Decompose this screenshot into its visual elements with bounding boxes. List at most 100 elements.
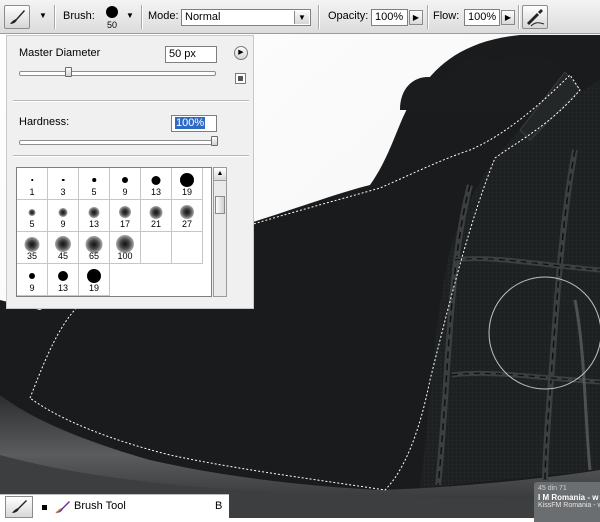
brush-tip-icon xyxy=(149,205,163,219)
preset-grid-scrollbar[interactable]: ▲ xyxy=(213,167,227,297)
brush-preset-size: 5 xyxy=(91,187,97,197)
brush-tip-icon xyxy=(180,205,194,219)
master-diameter-slider-thumb[interactable] xyxy=(64,67,72,77)
brush-tip-icon xyxy=(58,271,68,281)
brush-preset[interactable]: 9 xyxy=(17,264,48,296)
brush-tip-icon xyxy=(28,208,36,216)
brush-tip-icon xyxy=(31,179,33,181)
panel-menu-icon[interactable]: ▶ xyxy=(234,46,248,60)
opacity-label: Opacity: xyxy=(328,10,369,22)
brush-tip-icon xyxy=(106,6,118,18)
brush-preset-size: 5 xyxy=(29,219,35,229)
brush-preset-size: 19 xyxy=(88,283,99,293)
brush-size: 50 xyxy=(106,20,117,30)
brush-preset[interactable]: 13 xyxy=(141,168,172,200)
notification-title: I M Romania - w xyxy=(538,493,599,502)
scrollbar-thumb[interactable] xyxy=(215,196,225,214)
tool-shortcut: B xyxy=(215,500,223,512)
hardness-value: 100% xyxy=(175,117,206,129)
brush-preset[interactable]: 5 xyxy=(17,200,48,232)
brush-tip-icon xyxy=(119,206,131,218)
flow-input[interactable]: 100% xyxy=(464,9,500,26)
brush-label: Brush: xyxy=(63,10,95,22)
brush-picker-chevron-icon[interactable]: ▼ xyxy=(126,11,134,20)
tool-name[interactable]: Brush Tool xyxy=(74,500,126,512)
airbrush-icon[interactable] xyxy=(522,5,548,29)
brush-tip-icon xyxy=(92,178,96,182)
master-diameter-value: 50 px xyxy=(169,48,196,60)
brush-tip-icon xyxy=(85,235,103,253)
master-diameter-input[interactable]: 50 px xyxy=(165,46,217,63)
mode-dropdown-icon[interactable]: ▼ xyxy=(294,11,309,24)
brush-tip-icon xyxy=(88,206,100,218)
brush-tip-icon xyxy=(55,236,71,252)
opacity-value: 100% xyxy=(375,11,404,23)
brush-preset[interactable]: 13 xyxy=(79,200,110,232)
brush-tool-icon xyxy=(54,499,72,518)
brush-preset[interactable]: 21 xyxy=(141,200,172,232)
brush-tip-icon xyxy=(87,269,101,283)
brush-preset-size: 19 xyxy=(181,187,192,197)
hardness-slider-thumb[interactable] xyxy=(211,136,218,146)
hardness-input[interactable]: 100% xyxy=(171,115,217,132)
master-diameter-slider-track[interactable] xyxy=(19,71,216,76)
brush-preset[interactable] xyxy=(172,232,203,264)
brush-preset-size: 1 xyxy=(29,187,35,197)
brush-preset[interactable]: 19 xyxy=(172,168,203,200)
brush-preset[interactable]: 1 xyxy=(17,168,48,200)
brush-tip-icon xyxy=(180,173,194,187)
brush-preset-size: 13 xyxy=(57,283,68,293)
brush-preset[interactable]: 45 xyxy=(48,232,79,264)
hardness-slider-track[interactable] xyxy=(19,140,217,145)
chevron-down-icon[interactable]: ▼ xyxy=(39,11,47,20)
list-bullet-icon xyxy=(42,505,47,510)
brush-tip-icon xyxy=(61,178,65,182)
brush-preset[interactable]: 9 xyxy=(48,200,79,232)
brush-preset-size: 65 xyxy=(88,251,99,261)
brush-preset[interactable]: 65 xyxy=(79,232,110,264)
scroll-up-icon[interactable]: ▲ xyxy=(214,168,226,181)
notification-popup[interactable]: 45 din 71 I M Romania - w KissFM Romania… xyxy=(534,482,600,522)
brush-preset[interactable]: 27 xyxy=(172,200,203,232)
flow-value: 100% xyxy=(468,11,497,23)
current-tool-button[interactable] xyxy=(5,496,33,518)
brush-tip-icon xyxy=(122,177,128,183)
brush-preset[interactable]: 9 xyxy=(110,168,141,200)
brush-tip-icon xyxy=(151,175,161,185)
brush-preset[interactable]: 5 xyxy=(79,168,110,200)
brush-preset-size: 45 xyxy=(57,251,68,261)
brush-preset[interactable]: 13 xyxy=(48,264,79,296)
brush-preset-grid: 1 3 5 9 13 19 5 9 13 17 21 27 35 45 65 100 9 13 19 xyxy=(16,167,212,297)
opacity-slider-toggle-icon[interactable]: ▶ xyxy=(409,10,423,25)
notification-count: 45 din 71 xyxy=(538,485,567,492)
brush-size-preview[interactable]: 50 xyxy=(101,3,123,32)
tool-preset-strip: Brush Tool B xyxy=(0,494,229,519)
brush-preset[interactable]: 17 xyxy=(110,200,141,232)
brush-preset-size: 13 xyxy=(88,219,99,229)
brush-preset-picker: Master Diameter 50 px ▶ Hardness: 100% 1… xyxy=(6,35,254,309)
brush-preset[interactable]: 3 xyxy=(48,168,79,200)
brush-preset[interactable]: 35 xyxy=(17,232,48,264)
brush-tip-icon xyxy=(24,236,40,252)
brush-preset-size: 100 xyxy=(117,251,133,261)
options-bar: ▼ Brush: 50 ▼ Mode: Normal ▼ Opacity: 10… xyxy=(0,0,600,34)
notification-text: KissFM Romania - w xyxy=(538,502,600,509)
mode-label: Mode: xyxy=(148,10,179,22)
brush-preset-size: 17 xyxy=(119,219,130,229)
brush-preset-icon[interactable] xyxy=(4,5,30,29)
brush-preset-size: 9 xyxy=(60,219,66,229)
brush-preset[interactable]: 100 xyxy=(110,232,141,264)
opacity-input[interactable]: 100% xyxy=(371,9,408,26)
brush-preset[interactable] xyxy=(141,232,172,264)
flow-label: Flow: xyxy=(433,10,460,22)
brush-preset-size: 13 xyxy=(150,187,161,197)
flow-slider-toggle-icon[interactable]: ▶ xyxy=(501,10,515,25)
brush-preset-size: 9 xyxy=(122,187,128,197)
brush-preset-size: 9 xyxy=(29,283,35,293)
save-preset-icon[interactable] xyxy=(235,73,246,84)
brush-preset-size: 27 xyxy=(181,219,192,229)
brush-preset[interactable]: 19 xyxy=(79,264,110,296)
brush-tip-icon xyxy=(58,207,68,217)
mode-select[interactable]: Normal ▼ xyxy=(181,9,311,26)
mode-value: Normal xyxy=(185,11,221,23)
